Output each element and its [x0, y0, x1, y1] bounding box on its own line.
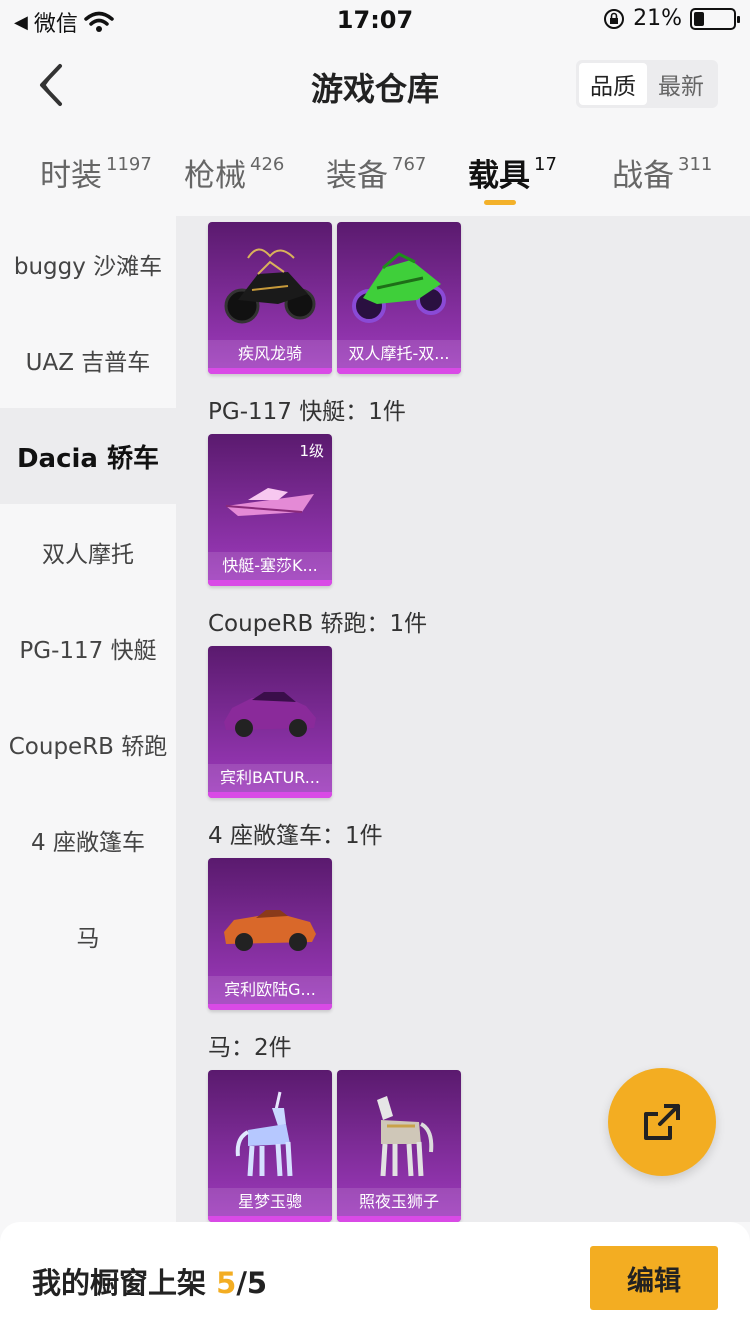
coupe-purple-icon	[224, 692, 316, 737]
rarity-bar	[208, 580, 332, 586]
item-card[interactable]: 照夜玉狮子	[337, 1070, 461, 1222]
group-title: 4 座敞篷车：1件	[208, 823, 383, 849]
item-card[interactable]: 疾风龙骑	[208, 222, 332, 374]
tab-vehicles[interactable]: 载具 17	[468, 150, 557, 195]
item-name: 星梦玉骢	[208, 1188, 332, 1216]
orientation-lock-icon	[604, 8, 625, 29]
motorcycle-green-icon	[352, 252, 446, 323]
unicorn-blue-icon	[235, 1091, 293, 1177]
group-title: PG-117 快艇：1件	[208, 399, 406, 425]
sidebar-item-convertible[interactable]: 4 座敞篷车	[0, 792, 176, 888]
sort-toggle: 品质 最新	[576, 60, 718, 108]
active-tab-indicator	[484, 200, 516, 205]
showcase-current-count: 5	[216, 1266, 237, 1300]
item-name: 疾风龙骑	[208, 340, 332, 368]
sidebar-item-horse[interactable]: 马	[0, 888, 176, 984]
status-right: 21%	[603, 6, 740, 31]
item-name: 宾利欧陆G...	[208, 976, 332, 1004]
sidebar-item-buggy[interactable]: buggy 沙滩车	[0, 216, 176, 312]
tab-fashion[interactable]: 时装 1197	[40, 150, 152, 195]
showcase-label: 我的橱窗上架	[32, 1266, 207, 1300]
item-name: 双人摩托-双...	[337, 340, 461, 368]
item-card[interactable]: 1级 快艇-塞莎K...	[208, 434, 332, 586]
tab-label: 战备	[612, 158, 674, 194]
motorcycle-black-gold-icon	[224, 248, 316, 324]
tab-label: 枪械	[184, 158, 246, 194]
rarity-bar	[337, 368, 461, 374]
item-card[interactable]: 星梦玉骢	[208, 1070, 332, 1222]
rarity-bar	[208, 368, 332, 374]
item-card[interactable]: 宾利欧陆G...	[208, 858, 332, 1010]
sort-quality-button[interactable]: 品质	[579, 63, 647, 105]
showcase-bar: 我的橱窗上架 5/5 编辑	[0, 1222, 750, 1334]
tab-count: 1197	[106, 154, 152, 175]
share-button[interactable]	[608, 1068, 716, 1176]
rarity-bar	[208, 792, 332, 798]
tab-equipment[interactable]: 装备 767	[326, 150, 426, 195]
battery-percent: 21%	[633, 6, 682, 31]
sidebar-item-uaz[interactable]: UAZ 吉普车	[0, 312, 176, 408]
tab-label: 装备	[326, 158, 388, 194]
nav-header: 游戏仓库 品质 最新	[0, 40, 750, 130]
tab-count: 767	[392, 154, 427, 175]
sort-newest-button[interactable]: 最新	[647, 63, 715, 105]
group-title: 马：2件	[208, 1035, 292, 1061]
group-title: CoupeRB 轿跑：1件	[208, 611, 428, 637]
battery-icon	[690, 7, 740, 30]
showcase-status: 我的橱窗上架 5/5	[32, 1260, 267, 1302]
sidebar-item-couperb[interactable]: CoupeRB 轿跑	[0, 696, 176, 792]
edit-button[interactable]: 编辑	[590, 1246, 718, 1310]
rarity-bar	[208, 1004, 332, 1010]
horse-armored-icon	[377, 1096, 434, 1177]
convertible-orange-icon	[224, 910, 316, 951]
item-card[interactable]: 双人摩托-双...	[337, 222, 461, 374]
sidebar-item-motorcycle[interactable]: 双人摩托	[0, 504, 176, 600]
tab-weapons[interactable]: 枪械 426	[184, 150, 284, 195]
tab-count: 17	[534, 154, 557, 175]
item-name: 快艇-塞莎K...	[208, 552, 332, 580]
showcase-total-count: /5	[236, 1266, 268, 1300]
tab-count: 426	[250, 154, 285, 175]
vehicle-type-sidebar: buggy 沙滩车 UAZ 吉普车 Dacia 轿车 双人摩托 PG-117 快…	[0, 216, 176, 1222]
status-bar: ◀ 微信 17:07 21%	[0, 0, 750, 40]
share-icon	[644, 1104, 680, 1140]
sidebar-item-pg117[interactable]: PG-117 快艇	[0, 600, 176, 696]
tab-label: 载具	[468, 158, 530, 194]
category-tabs: 时装 1197 枪械 426 装备 767 载具 17 战备 311	[0, 130, 750, 216]
tab-count: 311	[678, 154, 713, 175]
item-name: 宾利BATUR...	[208, 764, 332, 792]
tab-battle-supplies[interactable]: 战备 311	[612, 150, 712, 195]
item-card[interactable]: 宾利BATUR...	[208, 646, 332, 798]
speedboat-pink-icon	[225, 488, 314, 516]
sidebar-item-dacia[interactable]: Dacia 轿车	[0, 408, 176, 504]
tab-label: 时装	[40, 158, 102, 194]
item-name: 照夜玉狮子	[337, 1188, 461, 1216]
